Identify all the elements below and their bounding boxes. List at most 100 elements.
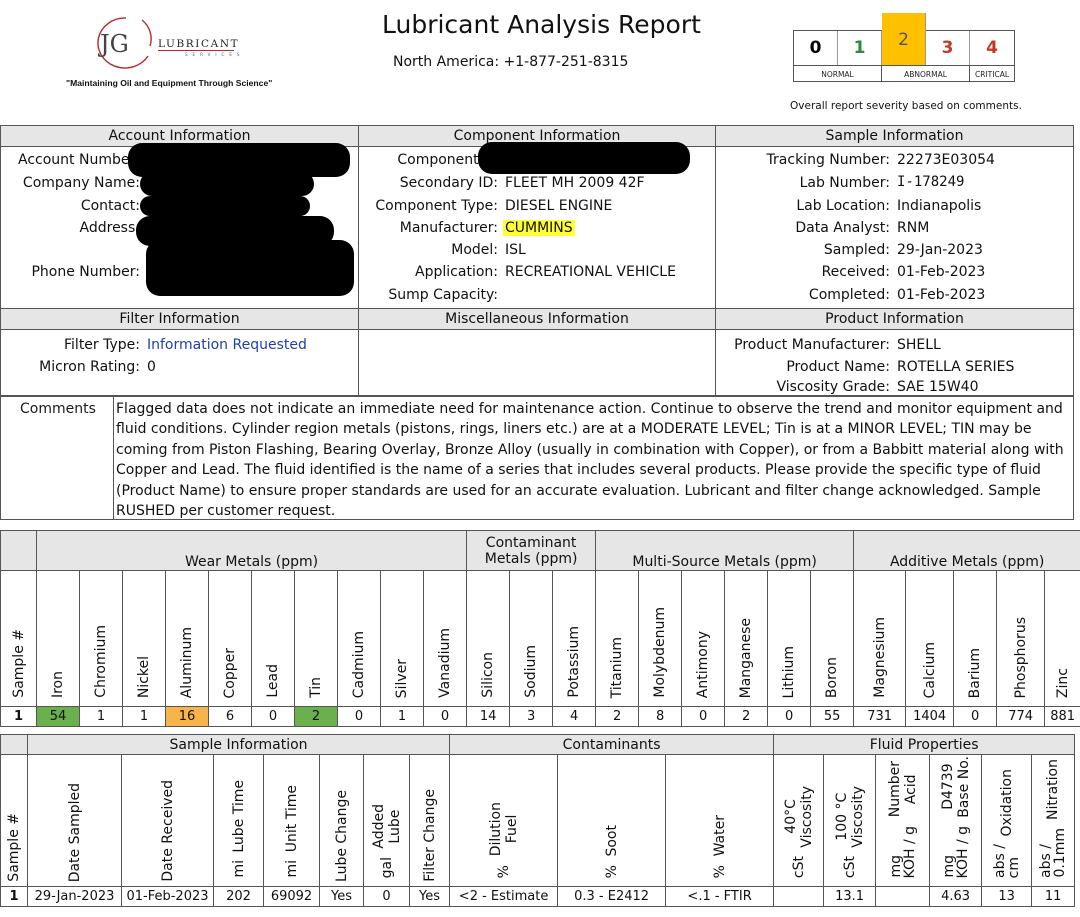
redaction-block bbox=[140, 196, 310, 216]
contaminant-line-1: Contaminant bbox=[485, 534, 577, 551]
fluid-unit-label: abs / bbox=[991, 844, 1008, 878]
fluid-value-lube-added: 0 bbox=[363, 886, 410, 907]
fluid-value-water: <.1 - FTIR bbox=[665, 886, 775, 907]
metal-value-tin: 2 bbox=[294, 706, 338, 727]
fluid-unit-label: % bbox=[495, 864, 512, 878]
metal-value-phosphorus: 774 bbox=[996, 706, 1046, 727]
completed-label: Completed: bbox=[808, 287, 890, 303]
metal-value-barium: 0 bbox=[953, 706, 998, 727]
fluid-header-soot: Soot% bbox=[557, 754, 667, 887]
metal-header-label: Antimony bbox=[695, 630, 712, 698]
metal-value-chromium: 1 bbox=[79, 706, 123, 727]
secondary-id-value: FLEET MH 2009 42F bbox=[505, 175, 645, 191]
redaction-block bbox=[140, 172, 314, 196]
fluid-unit-label: mi bbox=[283, 860, 300, 878]
product-manufacturer-value: SHELL bbox=[897, 337, 941, 353]
fluid-header-label: Number bbox=[886, 761, 903, 818]
fluid-unit-label: mg bbox=[887, 855, 904, 878]
metal-header-label: Tin bbox=[308, 677, 324, 698]
manufacturer-value: CUMMINS bbox=[503, 220, 575, 236]
account-number-label: Account Numbe bbox=[18, 152, 130, 168]
metal-header-calcium: Calcium bbox=[905, 570, 955, 707]
metals-table: Wear Metals (ppm) Contaminant Metals (ppm… bbox=[0, 530, 1080, 727]
metal-header-label: Vanadium bbox=[437, 628, 454, 698]
fluid-value-viscosity-100-c: 13.1 bbox=[823, 886, 877, 907]
jg-logo-mark: JG bbox=[97, 17, 152, 69]
lab-number-label: Lab Number: bbox=[799, 175, 890, 191]
viscosity-grade-label: Viscosity Grade: bbox=[776, 379, 890, 395]
fluid-corner bbox=[0, 734, 28, 755]
metal-value-sodium: 3 bbox=[509, 706, 554, 727]
fluid-header-label: Oxidation bbox=[998, 768, 1015, 837]
fluid-header-label: D4739 bbox=[939, 763, 956, 810]
report-title: Lubricant Analysis Report bbox=[382, 10, 701, 39]
fluid-unit-label: gal bbox=[378, 856, 395, 878]
product-name-value: ROTELLA SERIES bbox=[897, 359, 1015, 375]
tagline: "Maintaining Oil and Equipment Through S… bbox=[66, 78, 273, 88]
application-label: Application: bbox=[415, 264, 498, 280]
fluid-header-filter-change: Filter Change bbox=[408, 754, 451, 887]
comments-line: RUSHED per customer request. bbox=[116, 503, 336, 520]
fluid-unit-label: mg bbox=[940, 855, 957, 878]
fluid-data-row: 1 29-Jan-2023 01-Feb-2023 202 69092 Yes 0 Yes <2… bbox=[0, 886, 1076, 907]
metals-column-headers: Sample # Iron Chromium Nickel Aluminum Coppe… bbox=[0, 570, 1080, 707]
severity-4: 4 bbox=[986, 38, 998, 58]
fluid-header-date-sampled: Date Sampled bbox=[27, 754, 122, 887]
lab-location-value: Indianapolis bbox=[897, 198, 982, 214]
metal-value-manganese: 2 bbox=[724, 706, 769, 727]
metal-header-label: Iron bbox=[50, 670, 66, 698]
metal-header-chromium: Chromium bbox=[79, 570, 123, 707]
additive-metals-group: Additive Metals (ppm) bbox=[853, 530, 1080, 571]
sample-info-group: Sample Information bbox=[26, 734, 451, 755]
severity-1: 1 bbox=[838, 31, 882, 65]
micron-rating-value: 0 bbox=[147, 359, 156, 375]
product-info-header: Product Information bbox=[715, 308, 1074, 330]
fluid-value-fuel-dilution: <2 - Estimate bbox=[449, 886, 559, 907]
fluid-unit-label: 0.1mm bbox=[1052, 828, 1069, 878]
fluid-header-lube-change: Lube Change bbox=[319, 754, 364, 887]
component-type-label: Component Type: bbox=[375, 198, 498, 214]
wear-metals-group: Wear Metals (ppm) bbox=[35, 530, 468, 571]
fluid-header-unit-time: Unit Time mi bbox=[263, 754, 320, 887]
metal-value-zinc: 881 bbox=[1044, 706, 1080, 727]
metal-value-antimony: 0 bbox=[681, 706, 726, 727]
metal-value-cadmium: 0 bbox=[337, 706, 381, 727]
contaminants-group: Contaminants bbox=[449, 734, 775, 755]
comments-line: coming from Piston Flashing, Bearing Ove… bbox=[116, 441, 1064, 458]
metal-value-iron: 54 bbox=[36, 706, 80, 727]
metal-value-boron: 55 bbox=[810, 706, 855, 727]
filter-info-header: Filter Information bbox=[0, 308, 359, 330]
fluid-header-label: Base No. bbox=[955, 755, 972, 818]
fluid-unit-label: mi bbox=[230, 860, 247, 878]
model-value: ISL bbox=[505, 242, 526, 258]
fluid-header-label: Acid bbox=[902, 774, 919, 805]
metal-header-label: Copper bbox=[222, 647, 238, 698]
fluid-value-acid-number bbox=[875, 886, 931, 907]
fluid-header-label: Date Sampled bbox=[66, 782, 83, 882]
metal-value-aluminum: 16 bbox=[165, 706, 209, 727]
comments-line: Flagged data does not indicate an immedi… bbox=[116, 401, 1063, 417]
metal-header-cadmium: Cadmium bbox=[337, 570, 381, 707]
metal-header-antimony: Antimony bbox=[681, 570, 726, 707]
metal-header-label: Lithium bbox=[781, 645, 798, 698]
fluid-header-water: Water% bbox=[665, 754, 775, 887]
company-name-label: Company Name: bbox=[22, 175, 140, 191]
fluid-header-viscosity-40-c: Viscosity 40°C cSt bbox=[773, 754, 825, 887]
fluid-unit-label: KOH / g bbox=[901, 825, 918, 878]
metal-value-nickel: 1 bbox=[122, 706, 166, 727]
metal-header-barium: Barium bbox=[953, 570, 998, 707]
metal-header-boron: Boron bbox=[810, 570, 855, 707]
metal-value-vanadium: 0 bbox=[422, 706, 468, 727]
fluid-header-label: Nitration bbox=[1045, 759, 1062, 821]
micron-rating-label: Micron Rating: bbox=[39, 359, 140, 375]
fluid-header-lube-added: Lube Added gal bbox=[363, 754, 410, 887]
fluid-header-label: Unit Time bbox=[283, 785, 300, 853]
metal-header-sodium: Sodium bbox=[509, 570, 554, 707]
data-analyst-label: Data Analyst: bbox=[795, 220, 890, 236]
metal-header-titanium: Titanium bbox=[595, 570, 640, 707]
component-id-label: Component ID bbox=[397, 152, 498, 168]
address-label: Address: bbox=[79, 220, 140, 236]
logo-subtext: SERVICES bbox=[185, 52, 245, 57]
fluid-header-label: Sample # bbox=[6, 813, 22, 882]
fluid-header-base-no-d4739: Base No. D4739 mgKOH / g bbox=[929, 754, 983, 887]
